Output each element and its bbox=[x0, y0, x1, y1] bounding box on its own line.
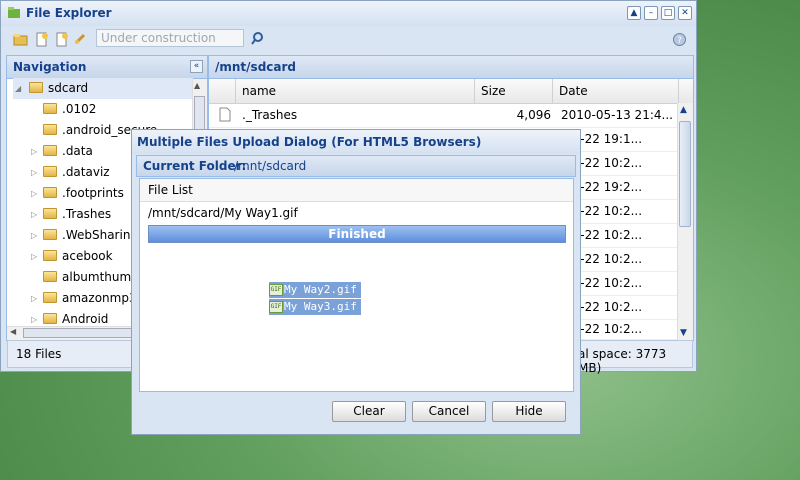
file-name: ._Trashes bbox=[242, 108, 298, 122]
tree-item[interactable]: ▷ .dataviz bbox=[31, 162, 110, 183]
window-up-icon[interactable]: ▲ bbox=[627, 6, 641, 20]
tree-item[interactable]: ▷ .footprints bbox=[31, 183, 124, 204]
dialog-title-bar[interactable]: Multiple Files Upload Dialog (For HTML5 … bbox=[132, 130, 580, 154]
scroll-up-icon[interactable]: ▲ bbox=[680, 105, 687, 115]
tree-item-label: .0102 bbox=[62, 102, 97, 116]
gif-file-icon: GIF bbox=[269, 301, 283, 313]
folder-icon bbox=[43, 250, 57, 261]
window-maximize-icon[interactable]: □ bbox=[661, 6, 675, 20]
folder-icon bbox=[43, 103, 57, 114]
folder-icon bbox=[43, 208, 57, 219]
scroll-up-icon[interactable]: ▲ bbox=[194, 81, 200, 90]
tree-item[interactable]: ▷ .data bbox=[31, 141, 93, 162]
column-icon[interactable] bbox=[209, 79, 236, 103]
tree-item[interactable]: .0102 bbox=[43, 99, 96, 120]
current-folder-bar: Current Folder: /mnt/sdcard bbox=[136, 155, 576, 177]
search-input[interactable]: Under construction bbox=[96, 29, 244, 47]
tree-item-label: .dataviz bbox=[62, 165, 110, 179]
title-bar[interactable]: File Explorer ▲ – □ ✕ bbox=[1, 1, 696, 26]
scroll-thumb[interactable] bbox=[679, 121, 691, 227]
tree-item-label: amazonmp3 bbox=[62, 291, 137, 305]
collapsed-arrow-icon[interactable]: ▷ bbox=[31, 141, 37, 162]
file-date: 2010-05-13 21:4... bbox=[561, 108, 673, 122]
progress-label: Finished bbox=[328, 227, 386, 241]
tree-item-label: .Trashes bbox=[62, 207, 112, 221]
collapsed-arrow-icon[interactable]: ▷ bbox=[31, 162, 37, 183]
open-folder-icon[interactable] bbox=[13, 32, 28, 47]
hide-button[interactable]: Hide bbox=[492, 401, 566, 422]
collapsed-arrow-icon[interactable]: ▷ bbox=[31, 183, 37, 204]
folder-icon bbox=[43, 124, 57, 135]
search-icon[interactable] bbox=[250, 31, 265, 46]
navigation-header: Navigation « bbox=[7, 56, 207, 79]
tree-item-label: acebook bbox=[62, 249, 113, 263]
dragged-file-name: My Way2.gif bbox=[284, 283, 357, 296]
file-size: 4,096 bbox=[516, 108, 551, 122]
tree-item[interactable]: ▷ acebook bbox=[31, 246, 113, 267]
folder-icon bbox=[43, 145, 57, 156]
tree-item[interactable]: ▷ amazonmp3 bbox=[31, 288, 137, 309]
column-name[interactable]: name bbox=[236, 79, 475, 103]
upload-progress-bar: Finished bbox=[148, 225, 566, 243]
dragged-file[interactable]: GIF My Way3.gif bbox=[269, 299, 361, 315]
new-file-icon[interactable] bbox=[34, 32, 49, 47]
app-icon bbox=[8, 7, 20, 18]
folder-icon bbox=[43, 187, 57, 198]
column-size[interactable]: Size bbox=[475, 79, 553, 103]
cancel-button[interactable]: Cancel bbox=[412, 401, 486, 422]
tree-item[interactable]: ▷ .Trashes bbox=[31, 204, 111, 225]
current-folder-value: /mnt/sdcard bbox=[234, 159, 307, 173]
upload-file-path: /mnt/sdcard/My Way1.gif bbox=[148, 206, 298, 220]
clear-button[interactable]: Clear bbox=[332, 401, 406, 422]
column-headers: name Size Date bbox=[209, 79, 693, 104]
folder-icon bbox=[43, 271, 57, 282]
table-row[interactable]: ._Trashes 4,096 2010-05-13 21:4... bbox=[209, 103, 677, 128]
tree-item[interactable]: ▷ .WebSharing bbox=[31, 225, 138, 246]
tree-item[interactable]: albumthumbs bbox=[43, 267, 145, 288]
current-folder-label: Current Folder: bbox=[143, 159, 247, 173]
folder-icon bbox=[43, 229, 57, 240]
dialog-title: Multiple Files Upload Dialog (For HTML5 … bbox=[137, 135, 482, 149]
grid-scrollbar[interactable]: ▲ ▼ bbox=[677, 103, 693, 340]
expand-arrow-icon[interactable]: ◢ bbox=[15, 78, 21, 99]
tree-item-label: .data bbox=[62, 144, 93, 158]
tree-item-label: .footprints bbox=[62, 186, 124, 200]
folder-icon bbox=[29, 82, 43, 93]
tree-item-label: sdcard bbox=[48, 81, 89, 95]
collapse-icon[interactable]: « bbox=[190, 60, 203, 73]
file-list-panel: File List /mnt/sdcard/My Way1.gif Finish… bbox=[139, 178, 574, 392]
gif-file-icon: GIF bbox=[269, 284, 283, 296]
link-icon[interactable] bbox=[73, 32, 88, 47]
new-document-icon[interactable] bbox=[54, 32, 69, 47]
grid-header: /mnt/sdcard bbox=[209, 56, 693, 79]
file-count: 18 Files bbox=[16, 347, 62, 361]
column-date[interactable]: Date bbox=[553, 79, 679, 103]
window-minimize-icon[interactable]: – bbox=[644, 6, 658, 20]
scroll-down-icon[interactable]: ▼ bbox=[680, 328, 687, 338]
toolbar: Under construction ? bbox=[1, 26, 696, 53]
svg-text:?: ? bbox=[677, 36, 682, 46]
tree-item-sdcard[interactable]: ◢ sdcard bbox=[13, 78, 193, 99]
collapsed-arrow-icon[interactable]: ▷ bbox=[31, 288, 37, 309]
grid-path: /mnt/sdcard bbox=[215, 60, 296, 74]
upload-dialog: Multiple Files Upload Dialog (For HTML5 … bbox=[131, 129, 581, 435]
file-icon bbox=[219, 107, 231, 122]
collapsed-arrow-icon[interactable]: ▷ bbox=[31, 225, 37, 246]
collapsed-arrow-icon[interactable]: ▷ bbox=[31, 246, 37, 267]
help-icon[interactable]: ? bbox=[672, 32, 687, 47]
navigation-title: Navigation bbox=[13, 60, 87, 74]
window-title: File Explorer bbox=[26, 6, 112, 20]
tree-item-label: .WebSharing bbox=[62, 228, 139, 242]
folder-icon bbox=[43, 292, 57, 303]
dragged-file[interactable]: GIF My Way2.gif bbox=[269, 282, 361, 298]
file-list-header: File List bbox=[140, 179, 573, 202]
collapsed-arrow-icon[interactable]: ▷ bbox=[31, 204, 37, 225]
folder-icon bbox=[43, 313, 57, 324]
tree-item-label: Android bbox=[62, 312, 109, 326]
window-close-icon[interactable]: ✕ bbox=[678, 6, 692, 20]
folder-icon bbox=[43, 166, 57, 177]
scroll-left-icon[interactable]: ◀ bbox=[10, 327, 16, 336]
dragged-file-name: My Way3.gif bbox=[284, 300, 357, 313]
storage-space: al space: 3773 MB) bbox=[578, 347, 667, 375]
